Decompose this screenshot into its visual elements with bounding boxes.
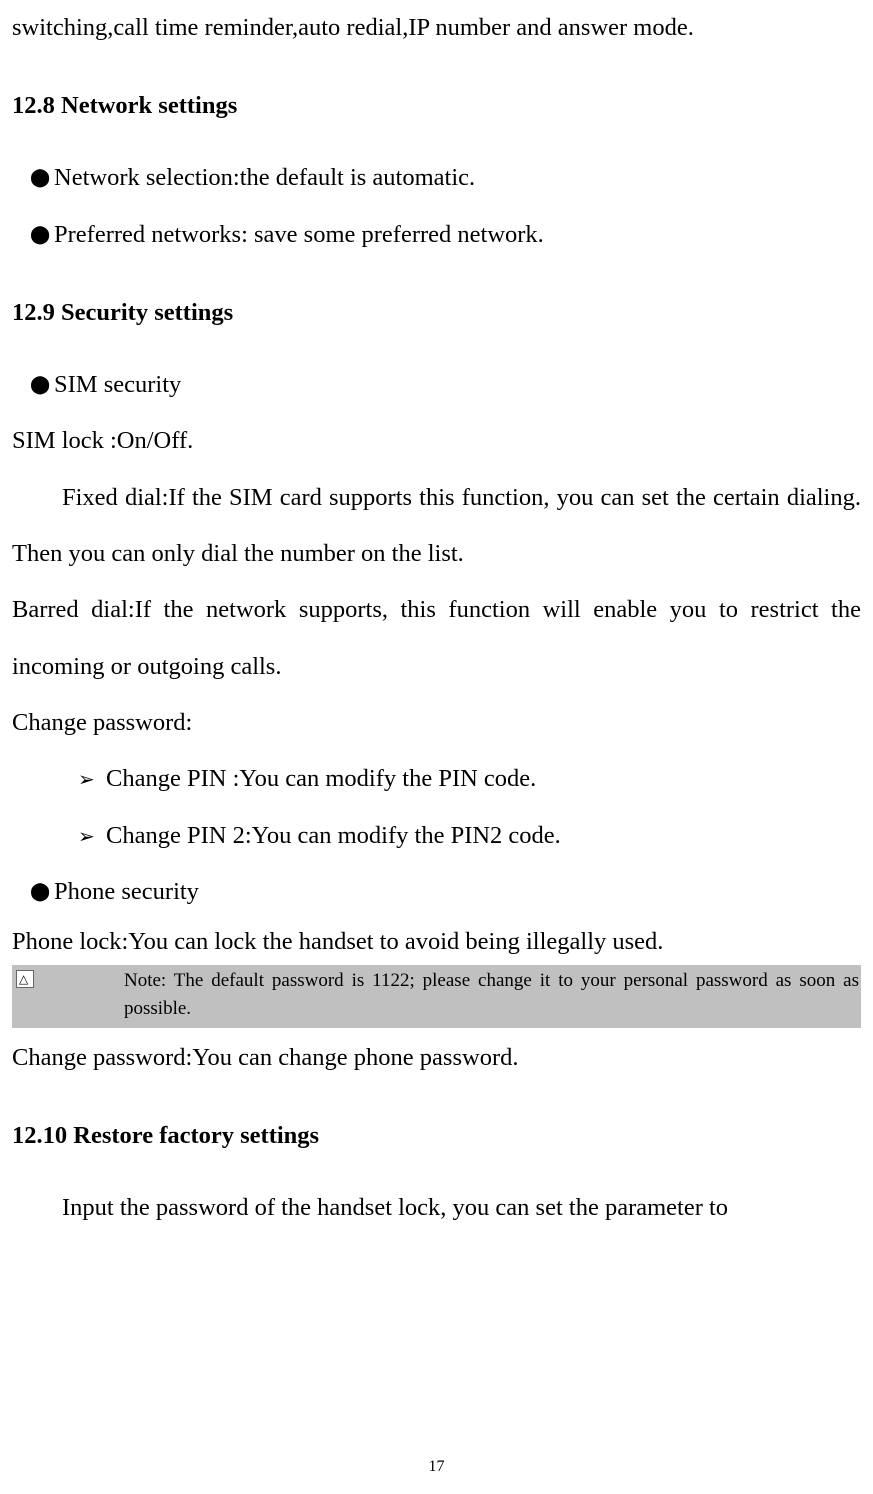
disc-bullet-icon: ⬤ bbox=[30, 157, 54, 198]
bullet-preferred-networks: ⬤ Preferred networks: save some preferre… bbox=[12, 207, 861, 263]
arrow-change-pin2: ➢ Change PIN 2:You can modify the PIN2 c… bbox=[12, 808, 861, 864]
phone-lock-text: Phone lock:You can lock the handset to a… bbox=[12, 920, 861, 964]
disc-bullet-icon: ⬤ bbox=[30, 871, 54, 912]
barred-dial-text: Barred dial:If the network supports, thi… bbox=[12, 582, 861, 695]
note-box: Note: The default password is 1122; plea… bbox=[12, 965, 861, 1028]
arrow-bullet-icon: ➢ bbox=[78, 814, 106, 860]
restore-paragraph: Input the password of the handset lock, … bbox=[12, 1180, 861, 1236]
warning-icon bbox=[16, 970, 34, 988]
bullet-text: Network selection:the default is automat… bbox=[54, 150, 861, 206]
bullet-text: SIM security bbox=[54, 357, 861, 413]
heading-security-settings: 12.9 Security settings bbox=[12, 299, 861, 327]
disc-bullet-icon: ⬤ bbox=[30, 214, 54, 255]
fixed-dial-text: Fixed dial:If the SIM card supports this… bbox=[12, 470, 861, 583]
heading-network-settings: 12.8 Network settings bbox=[12, 92, 861, 120]
arrow-bullet-icon: ➢ bbox=[78, 757, 106, 803]
disc-bullet-icon: ⬤ bbox=[30, 364, 54, 405]
bullet-phone-security: ⬤ Phone security bbox=[12, 864, 861, 920]
page-number: 17 bbox=[0, 1458, 873, 1476]
bullet-network-selection: ⬤ Network selection:the default is autom… bbox=[12, 150, 861, 206]
bullet-text: Preferred networks: save some preferred … bbox=[54, 207, 861, 263]
arrow-change-pin: ➢ Change PIN :You can modify the PIN cod… bbox=[12, 751, 861, 807]
bullet-sim-security: ⬤ SIM security bbox=[12, 357, 861, 413]
arrow-text: Change PIN :You can modify the PIN code. bbox=[106, 751, 861, 807]
sim-lock-text: SIM lock :On/Off. bbox=[12, 413, 861, 469]
paragraph-top: switching,call time reminder,auto redial… bbox=[12, 0, 861, 56]
bullet-text: Phone security bbox=[54, 864, 861, 920]
note-text: Note: The default password is 1122; plea… bbox=[124, 967, 859, 1024]
arrow-text: Change PIN 2:You can modify the PIN2 cod… bbox=[106, 808, 861, 864]
heading-restore-factory: 12.10 Restore factory settings bbox=[12, 1122, 861, 1150]
change-phone-password-text: Change password:You can change phone pas… bbox=[12, 1030, 861, 1086]
change-password-label: Change password: bbox=[12, 695, 861, 751]
